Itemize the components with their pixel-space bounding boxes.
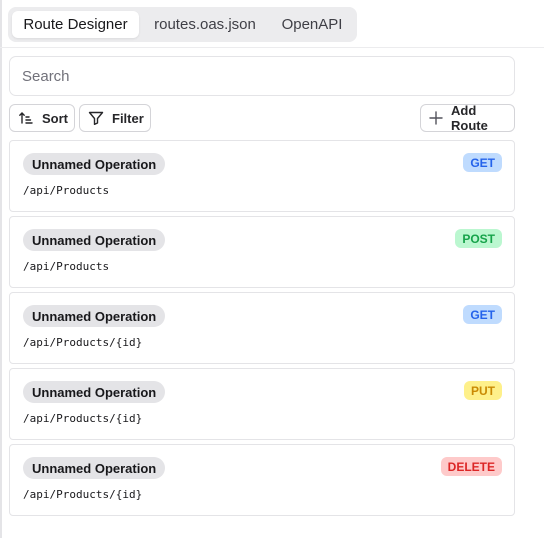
- tab-openapi[interactable]: OpenAPI: [271, 11, 353, 38]
- tab-route-designer[interactable]: Route Designer: [12, 11, 139, 38]
- route-card[interactable]: Unnamed Operation PUT /api/Products/{id}: [9, 368, 515, 440]
- route-path: /api/Products/{id}: [23, 488, 143, 501]
- method-badge: GET: [463, 153, 502, 172]
- method-badge: GET: [463, 305, 502, 324]
- sort-ascending-icon: [19, 112, 33, 124]
- window-edge: [0, 0, 2, 538]
- add-route-label: Add Route: [451, 103, 488, 133]
- operation-name-badge: Unnamed Operation: [23, 381, 166, 403]
- route-path: /api/Products/{id}: [23, 412, 143, 425]
- add-route-button[interactable]: Add Route: [420, 103, 515, 133]
- route-card[interactable]: Unnamed Operation GET /api/Products: [9, 140, 515, 212]
- method-badge: DELETE: [440, 457, 502, 476]
- filter-button[interactable]: Filter: [79, 104, 151, 132]
- header-divider: [0, 47, 544, 48]
- operation-name-badge: Unnamed Operation: [23, 457, 166, 479]
- operation-name-badge: Unnamed Operation: [23, 305, 166, 327]
- route-card[interactable]: Unnamed Operation DELETE /api/Products/{…: [9, 444, 515, 516]
- sort-label: Sort: [42, 110, 68, 126]
- tab-bar: Route Designer routes.oas.json OpenAPI: [8, 7, 357, 42]
- operation-name-badge: Unnamed Operation: [23, 229, 166, 251]
- filter-label: Filter: [112, 110, 144, 126]
- route-list: Unnamed Operation GET /api/Products Unna…: [9, 140, 515, 520]
- route-path: /api/Products: [23, 184, 110, 197]
- operation-name-badge: Unnamed Operation: [23, 153, 166, 175]
- route-card[interactable]: Unnamed Operation POST /api/Products: [9, 216, 515, 288]
- plus-icon: [429, 111, 443, 125]
- route-path: /api/Products: [23, 260, 110, 273]
- tab-routes-oas-json[interactable]: routes.oas.json: [139, 11, 271, 38]
- sort-button[interactable]: Sort: [9, 104, 75, 132]
- method-badge: POST: [455, 229, 502, 248]
- route-path: /api/Products/{id}: [23, 336, 143, 349]
- search-input[interactable]: [9, 56, 515, 96]
- filter-funnel-icon: [88, 111, 104, 125]
- method-badge: PUT: [464, 381, 502, 400]
- route-card[interactable]: Unnamed Operation GET /api/Products/{id}: [9, 292, 515, 364]
